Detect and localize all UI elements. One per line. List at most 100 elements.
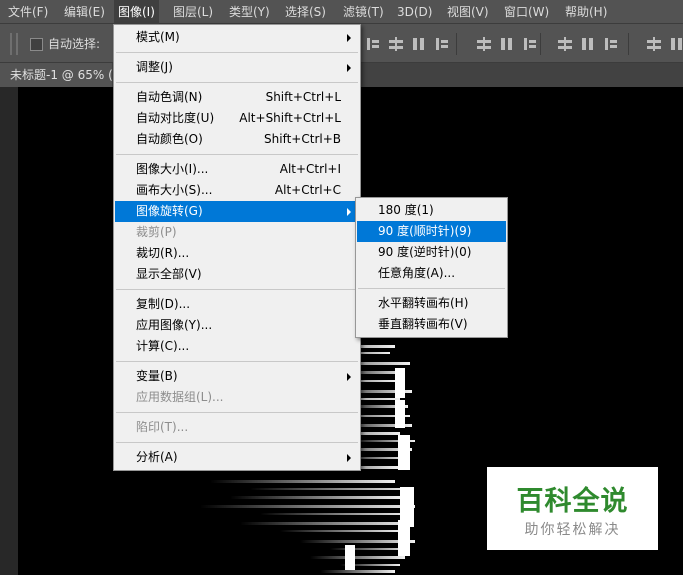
menu-item-label: 90 度(逆时针)(0) (378, 245, 472, 259)
menu-item-label: 90 度(顺时针)(9) (378, 224, 472, 238)
rotation-menu-item-0-1[interactable]: 90 度(顺时针)(9) (357, 221, 506, 242)
menu-item-shortcut: Alt+Ctrl+C (274, 183, 341, 197)
menubar-item-7[interactable]: 3D(D) (393, 0, 436, 24)
image-menu-item-2-2[interactable]: 自动颜色(O) Shift+Ctrl+B (115, 129, 359, 150)
rotation-menu-item-0-0[interactable]: 180 度(1) (357, 200, 506, 221)
options-bar-grip[interactable] (10, 33, 18, 55)
submenu-arrow-icon (347, 208, 351, 216)
menubar-item-6[interactable]: 滤镜(T) (339, 0, 388, 24)
distribute-hcenter-icon[interactable] (522, 36, 538, 52)
menubar-item-10[interactable]: 帮助(H) (561, 0, 611, 24)
image-menu-item-4-1[interactable]: 应用图像(Y)... (115, 315, 359, 336)
menubar-item-8[interactable]: 视图(V) (443, 0, 493, 24)
canvas-glyph-block (398, 520, 410, 556)
distribute-top-icon[interactable] (434, 36, 450, 52)
canvas-streak (230, 496, 402, 499)
align-top-icon[interactable] (365, 36, 381, 52)
workspace-gutter (0, 87, 18, 575)
submenu-arrow-icon (347, 373, 351, 381)
more-align-icon[interactable] (669, 36, 683, 52)
menu-item-label: 应用图像(Y)... (136, 318, 213, 332)
rotation-menu-item-0-2[interactable]: 90 度(逆时针)(0) (357, 242, 506, 263)
menu-item-label: 图像大小(I)... (136, 162, 209, 176)
image-menu-item-1-0[interactable]: 调整(J) (115, 57, 359, 78)
image-menu-item-3-0[interactable]: 图像大小(I)... Alt+Ctrl+I (115, 159, 359, 180)
menu-item-label: 显示全部(V) (136, 267, 202, 281)
image-menu-item-7-0[interactable]: 分析(A) (115, 447, 359, 468)
menu-item-shortcut: Alt+Shift+Ctrl+L (239, 111, 341, 125)
image-rotation-submenu: 180 度(1) 90 度(顺时针)(9) 90 度(逆时针)(0) 任意角度(A).… (355, 197, 508, 338)
menu-item-label: 计算(C)... (136, 339, 190, 353)
canvas-streak (250, 488, 410, 490)
image-menu-item-6-0: 陷印(T)... (115, 417, 359, 438)
menu-bar: 文件(F) 编辑(E) 图像(I) 图层(L) 类型(Y) 选择(S) 滤镜(T) 3D(D)… (0, 0, 683, 24)
align-right-icon[interactable] (603, 36, 619, 52)
document-tab[interactable]: 未标题-1 @ 65% ( (0, 63, 112, 87)
menu-separator (116, 442, 358, 443)
menu-item-label: 裁切(R)... (136, 246, 190, 260)
menubar-item-0[interactable]: 文件(F) (4, 0, 52, 24)
menu-item-shortcut: Shift+Ctrl+L (265, 90, 341, 104)
menu-item-label: 180 度(1) (378, 203, 434, 217)
image-menu-item-4-2[interactable]: 计算(C)... (115, 336, 359, 357)
menu-item-label: 分析(A) (136, 450, 178, 464)
menu-separator (116, 412, 358, 413)
align-vcenter-icon[interactable] (388, 36, 404, 52)
distribute-bottom-icon[interactable] (499, 36, 515, 52)
menu-item-label: 图像旋转(G) (136, 204, 203, 218)
canvas-glyph-block (395, 368, 405, 398)
align-left-icon[interactable] (557, 36, 573, 52)
image-menu-item-4-0[interactable]: 复制(D)... (115, 294, 359, 315)
menubar-item-2[interactable]: 图像(I) (114, 0, 159, 24)
canvas-streak (310, 556, 405, 559)
canvas-streak (260, 513, 408, 515)
menu-item-label: 自动颜色(O) (136, 132, 203, 146)
align-bottom-icon[interactable] (411, 36, 427, 52)
menu-item-label: 自动色调(N) (136, 90, 203, 104)
image-menu-item-2-1[interactable]: 自动对比度(U) Alt+Shift+Ctrl+L (115, 108, 359, 129)
canvas-streak (200, 505, 415, 508)
align-hcenter-icon[interactable] (580, 36, 596, 52)
menu-item-label: 裁剪(P) (136, 225, 177, 239)
auto-select-checkbox[interactable] (30, 38, 43, 51)
menu-item-shortcut: Shift+Ctrl+B (264, 132, 341, 146)
rotation-menu-item-0-3[interactable]: 任意角度(A)... (357, 263, 506, 284)
image-menu-item-3-4[interactable]: 裁切(R)... (115, 243, 359, 264)
menu-item-label: 自动对比度(U) (136, 111, 215, 125)
image-menu-item-5-0[interactable]: 变量(B) (115, 366, 359, 387)
image-menu-item-3-5[interactable]: 显示全部(V) (115, 264, 359, 285)
menubar-item-5[interactable]: 选择(S) (281, 0, 330, 24)
menu-item-label: 画布大小(S)... (136, 183, 213, 197)
canvas-streak (240, 522, 412, 525)
rotation-menu-item-1-0[interactable]: 水平翻转画布(H) (357, 293, 506, 314)
menu-item-label: 水平翻转画布(H) (378, 296, 469, 310)
menubar-item-3[interactable]: 图层(L) (169, 0, 217, 24)
canvas-streak (320, 570, 395, 573)
menu-item-label: 变量(B) (136, 369, 178, 383)
menu-separator (116, 289, 358, 290)
image-menu-item-3-2[interactable]: 图像旋转(G) (115, 201, 359, 222)
image-menu-item-3-1[interactable]: 画布大小(S)... Alt+Ctrl+C (115, 180, 359, 201)
menu-item-label: 陷印(T)... (136, 420, 189, 434)
auto-select-label: 自动选择: (48, 37, 101, 51)
auto-align-icon[interactable] (646, 36, 662, 52)
menu-item-shortcut: Alt+Ctrl+I (279, 162, 341, 176)
menu-item-label: 任意角度(A)... (378, 266, 456, 280)
menu-separator (358, 288, 505, 289)
options-separator (628, 33, 629, 55)
submenu-arrow-icon (347, 64, 351, 72)
menubar-item-9[interactable]: 窗口(W) (500, 0, 553, 24)
menubar-item-4[interactable]: 类型(Y) (225, 0, 274, 24)
menu-item-label: 应用数据组(L)... (136, 390, 224, 404)
watermark-subtitle: 助你轻松解决 (524, 522, 621, 538)
image-menu-item-0-0[interactable]: 模式(M) (115, 27, 359, 48)
menu-item-label: 复制(D)... (136, 297, 191, 311)
image-menu-item-5-1: 应用数据组(L)... (115, 387, 359, 408)
rotation-menu-item-1-1[interactable]: 垂直翻转画布(V) (357, 314, 506, 335)
image-menu-item-2-0[interactable]: 自动色调(N) Shift+Ctrl+L (115, 87, 359, 108)
distribute-vcenter-icon[interactable] (476, 36, 492, 52)
menu-separator (116, 82, 358, 83)
menubar-item-1[interactable]: 编辑(E) (60, 0, 109, 24)
menu-item-label: 垂直翻转画布(V) (378, 317, 468, 331)
submenu-arrow-icon (347, 454, 351, 462)
